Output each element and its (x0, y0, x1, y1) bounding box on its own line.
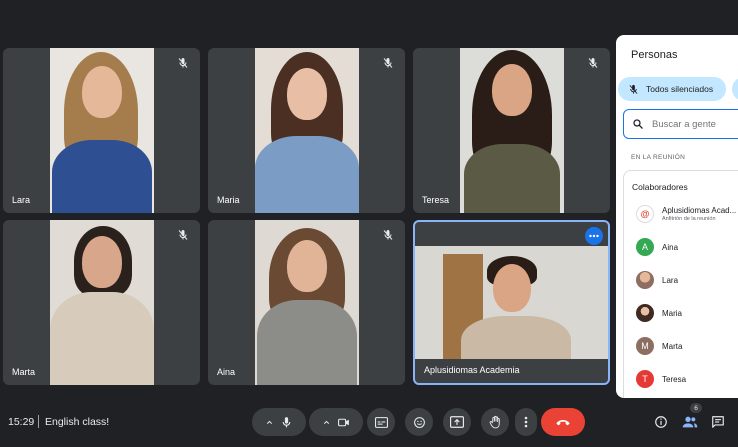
participant-video (415, 246, 608, 359)
participant-name: Teresa (422, 195, 450, 205)
collaborators-list: Colaboradores @ Aplusidiomas Acad... Anf… (623, 170, 738, 398)
list-item[interactable]: Lara (636, 271, 678, 289)
chat-button[interactable] (708, 412, 728, 432)
participant-video (254, 220, 359, 385)
hand-icon (489, 415, 500, 429)
person-name: Maria (662, 308, 683, 318)
mute-all-button[interactable]: Todos silenciados (618, 77, 726, 101)
divider (38, 415, 39, 428)
meeting-info-button[interactable] (651, 412, 671, 432)
search-field[interactable] (623, 109, 738, 139)
reactions-button[interactable] (405, 408, 433, 436)
search-icon (633, 119, 643, 129)
mic-off-icon (629, 84, 638, 94)
avatar: T (636, 370, 654, 388)
captions-button[interactable] (367, 408, 395, 436)
list-item[interactable]: A Aina (636, 238, 678, 256)
participant-tile-maria[interactable]: Maria (208, 48, 405, 213)
participant-tile-aina[interactable]: Aina (208, 220, 405, 385)
avatar (636, 271, 654, 289)
people-panel: Personas Todos silenciados EN LA REUNIÓN… (616, 35, 738, 398)
people-icon (682, 416, 698, 428)
chevron-up-icon (323, 420, 329, 424)
mic-off-icon (588, 58, 598, 68)
meeting-title: English class! (45, 416, 110, 428)
more-options-button[interactable] (585, 227, 603, 245)
panel-title: Personas (631, 49, 678, 61)
participant-video (254, 48, 359, 213)
section-label: EN LA REUNIÓN (631, 154, 686, 161)
leave-call-button[interactable] (541, 408, 585, 436)
participant-tile-aplusidiomas[interactable]: Aplusidiomas Academia (413, 220, 610, 385)
camera-button[interactable] (309, 408, 363, 436)
person-name: Marta (662, 341, 683, 351)
present-button[interactable] (443, 408, 471, 436)
list-item[interactable]: Maria (636, 304, 682, 322)
avatar: @ (636, 205, 654, 223)
participant-tile-marta[interactable]: Marta (3, 220, 200, 385)
participant-name: Aina (217, 367, 236, 377)
participant-name: Maria (217, 195, 240, 205)
present-screen-icon (450, 416, 464, 428)
more-vert-icon (524, 416, 528, 428)
more-options-button[interactable] (515, 408, 537, 436)
participant-name: Aplusidiomas Academia (424, 365, 520, 375)
avatar: A (636, 238, 654, 256)
video-camera-icon (337, 418, 349, 426)
collaborators-label: Colaboradores (632, 182, 688, 192)
participant-tile-teresa[interactable]: Teresa (413, 48, 610, 213)
mute-all-label: Todos silenciados (646, 84, 714, 94)
more-horiz-icon (589, 234, 599, 238)
emoji-icon (413, 416, 425, 428)
people-button[interactable] (680, 412, 700, 432)
mic-off-icon (178, 58, 188, 68)
search-input[interactable] (652, 118, 738, 130)
chevron-up-icon (266, 420, 273, 424)
avatar (636, 304, 654, 322)
person-role: Anfitrión de la reunión (662, 216, 716, 222)
person-name: Teresa (662, 374, 687, 384)
bottom-toolbar: 15:29 English class! 6 (0, 400, 738, 447)
mic-button[interactable] (252, 408, 306, 436)
mic-off-icon (383, 58, 393, 68)
info-icon (655, 416, 667, 428)
panel-secondary-button[interactable] (732, 77, 738, 101)
raise-hand-button[interactable] (481, 408, 509, 436)
mic-off-icon (178, 230, 188, 240)
captions-icon (374, 416, 388, 428)
mic-off-icon (383, 230, 393, 240)
participant-video (49, 48, 154, 213)
hang-up-icon (556, 420, 570, 426)
clock: 15:29 (8, 416, 35, 428)
list-item[interactable]: T Teresa (636, 370, 686, 388)
participant-tile-lara[interactable]: Lara (3, 48, 200, 213)
chat-icon (712, 416, 724, 428)
meet-window: Lara Maria Teresa Marta Aina Aplusidioma… (0, 0, 738, 447)
mic-icon (282, 416, 291, 427)
person-name: Aplusidiomas Acad... (662, 206, 737, 215)
participant-name: Marta (12, 367, 36, 377)
person-name: Lara (662, 275, 679, 285)
person-name: Aina (662, 242, 679, 252)
participant-video (49, 220, 154, 385)
avatar: M (636, 337, 654, 355)
list-item[interactable]: M Marta (636, 337, 682, 355)
list-item[interactable]: @ Aplusidiomas Acad... Anfitrión de la r… (636, 205, 736, 223)
participant-video (459, 48, 564, 213)
participant-name: Lara (12, 195, 31, 205)
